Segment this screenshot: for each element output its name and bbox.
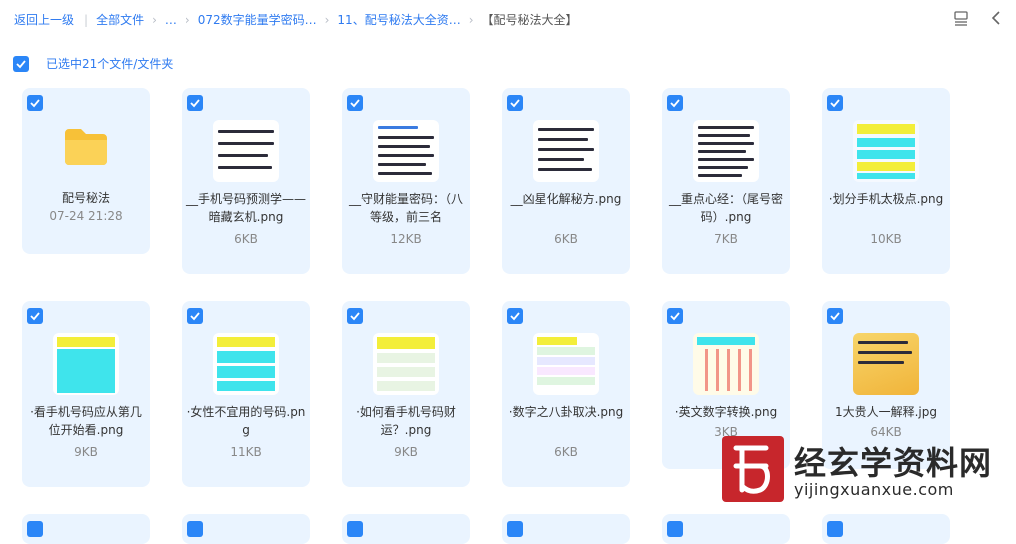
item-size: 6KB <box>234 232 258 246</box>
image-thumbnail <box>693 120 759 182</box>
item-name: ·划分手机太极点.png <box>828 192 944 206</box>
item-checkbox[interactable] <box>187 308 203 324</box>
item-checkbox[interactable] <box>27 521 43 537</box>
crumb-level2[interactable]: 11、配号秘法大全资… <box>337 11 460 28</box>
image-thumbnail <box>533 120 599 182</box>
item-checkbox[interactable] <box>667 95 683 111</box>
crumb-ellipsis[interactable]: … <box>165 13 177 27</box>
file-card[interactable]: ·划分手机太极点.png 10KB <box>822 88 950 274</box>
site-watermark: 经玄学资料网 yijingxuanxue.com <box>722 432 1012 522</box>
item-size: 11KB <box>230 445 262 459</box>
item-name: ·如何看手机号码财运？.png <box>356 405 456 437</box>
image-thumbnail <box>853 120 919 182</box>
file-card[interactable] <box>182 514 310 544</box>
item-checkbox[interactable] <box>507 308 523 324</box>
item-name: 配号秘法 <box>61 191 110 205</box>
item-checkbox[interactable] <box>347 521 363 537</box>
watermark-text-cn: 经玄学资料网 <box>794 444 993 482</box>
item-name: ·英文数字转换.png <box>674 405 778 419</box>
file-card[interactable]: ·如何看手机号码财运？.png 9KB <box>342 301 470 487</box>
watermark-text-en: yijingxuanxue.com <box>794 480 954 499</box>
crumb-all-files[interactable]: 全部文件 <box>96 11 144 28</box>
breadcrumb-divider: | <box>84 12 89 27</box>
item-size: 6KB <box>554 445 578 459</box>
item-checkbox[interactable] <box>347 308 363 324</box>
item-size: 7KB <box>714 232 738 246</box>
file-card[interactable]: __守财能量密码：（八等级，前三名 12KB <box>342 88 470 274</box>
item-name: __重点心经：（尾号密码）.png <box>668 192 783 224</box>
file-card[interactable]: ·数字之八卦取决.png 6KB <box>502 301 630 487</box>
image-thumbnail <box>373 120 439 182</box>
file-card[interactable] <box>22 514 150 544</box>
watermark-logo-icon <box>722 436 784 502</box>
file-card[interactable]: __手机号码预测学——暗藏玄机.png 6KB <box>182 88 310 274</box>
file-card[interactable]: __凶星化解秘方.png 6KB <box>502 88 630 274</box>
chevron-right-icon: › <box>468 12 474 27</box>
item-checkbox[interactable] <box>27 95 43 111</box>
item-name: 1大贵人一解释.jpg <box>834 405 938 419</box>
image-thumbnail <box>213 120 279 182</box>
item-checkbox[interactable] <box>827 308 843 324</box>
item-size: 9KB <box>394 445 418 459</box>
folder-icon <box>65 129 107 165</box>
item-checkbox[interactable] <box>507 521 523 537</box>
item-name: ·数字之八卦取决.png <box>508 405 624 419</box>
item-checkbox[interactable] <box>187 95 203 111</box>
item-name: __凶星化解秘方.png <box>510 192 622 206</box>
item-name: __手机号码预测学——暗藏玄机.png <box>186 192 307 224</box>
select-all-checkbox[interactable] <box>13 55 29 72</box>
item-size: 6KB <box>554 232 578 246</box>
item-checkbox[interactable] <box>667 521 683 537</box>
image-thumbnail <box>693 333 759 395</box>
item-name: __守财能量密码：（八等级，前三名 <box>348 192 463 224</box>
item-name: ·女性不宜用的号码.png <box>186 405 306 437</box>
item-size: 12KB <box>390 232 422 246</box>
file-card[interactable]: __重点心经：（尾号密码）.png 7KB <box>662 88 790 274</box>
crumb-level1[interactable]: 072数字能量学密码… <box>198 11 317 28</box>
item-checkbox[interactable] <box>507 95 523 111</box>
view-controls <box>952 9 1006 27</box>
image-thumbnail <box>213 333 279 395</box>
select-all-row: 已选中21个文件/文件夹 <box>13 55 173 72</box>
file-card[interactable]: ·女性不宜用的号码.png 11KB <box>182 301 310 487</box>
item-name: ·看手机号码应从第几位开始看.png <box>30 405 142 437</box>
back-link[interactable]: 返回上一级 <box>14 11 74 28</box>
image-thumbnail <box>53 333 119 395</box>
item-checkbox[interactable] <box>827 95 843 111</box>
collapse-chevron-icon[interactable] <box>988 9 1006 27</box>
item-checkbox[interactable] <box>667 308 683 324</box>
chevron-right-icon: › <box>324 12 330 27</box>
chevron-right-icon: › <box>184 12 190 27</box>
file-card[interactable] <box>502 514 630 544</box>
item-checkbox[interactable] <box>347 95 363 111</box>
file-card[interactable] <box>342 514 470 544</box>
item-checkbox[interactable] <box>827 521 843 537</box>
file-card-folder[interactable]: 配号秘法 07-24 21:28 <box>22 88 150 254</box>
image-thumbnail <box>533 333 599 395</box>
image-thumbnail <box>373 333 439 395</box>
selection-count: 已选中21个文件/文件夹 <box>46 57 174 71</box>
image-thumbnail <box>853 333 919 395</box>
top-bar: 返回上一级 | 全部文件 › … › 072数字能量学密码… › 11、配号秘法… <box>0 0 1016 40</box>
item-size: 9KB <box>74 445 98 459</box>
list-view-icon[interactable] <box>952 9 970 27</box>
item-size: 10KB <box>870 232 902 246</box>
file-card[interactable]: ·看手机号码应从第几位开始看.png 9KB <box>22 301 150 487</box>
item-checkbox[interactable] <box>27 308 43 324</box>
chevron-right-icon: › <box>152 12 157 27</box>
item-date: 07-24 21:28 <box>49 209 123 223</box>
crumb-current: 【配号秘法大全】 <box>481 13 578 27</box>
item-checkbox[interactable] <box>187 521 203 537</box>
breadcrumb: 返回上一级 | 全部文件 › … › 072数字能量学密码… › 11、配号秘法… <box>14 11 578 28</box>
